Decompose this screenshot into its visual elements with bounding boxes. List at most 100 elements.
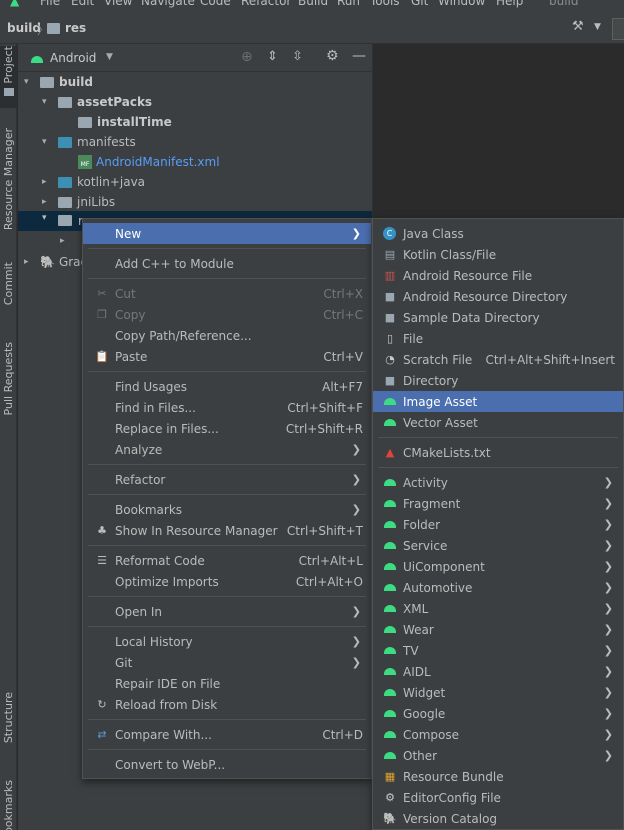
menu-item-reload-from-disk[interactable]: ↻ Reload from Disk (83, 694, 371, 715)
submenu-item-google[interactable]: Google ❯ (373, 703, 623, 724)
menu-item-replace-in-files[interactable]: Replace in Files... Ctrl+Shift+R (83, 418, 371, 439)
menu-window[interactable]: Window (438, 0, 485, 8)
submenu-item-scratch-file[interactable]: ◔ Scratch File Ctrl+Alt+Shift+Insert (373, 349, 623, 370)
tab-bookmarks[interactable]: Bookmarks (0, 780, 17, 830)
chevron-down-icon[interactable]: ▾ (24, 77, 34, 87)
submenu-item-activity[interactable]: Activity ❯ (373, 472, 623, 493)
tree-row[interactable]: ▸ kotlin+java (42, 172, 145, 192)
menu-build[interactable]: Build (298, 0, 328, 8)
tree-row[interactable]: ▸ 🐘 Grad (24, 252, 88, 272)
menu-item-label: Image Asset (403, 394, 478, 409)
locate-icon[interactable]: ⊕ (241, 49, 253, 65)
tab-commit[interactable]: Commit (0, 262, 17, 318)
chevron-down-icon[interactable]: ▾ (42, 97, 52, 107)
expand-all-icon[interactable]: ⇕ (267, 49, 278, 64)
menu-item-refactor[interactable]: Refactor ❯ (83, 469, 371, 490)
tree-row[interactable]: installTime (78, 112, 172, 132)
submenu-item-fragment[interactable]: Fragment ❯ (373, 493, 623, 514)
menu-item-repair-ide[interactable]: Repair IDE on File (83, 673, 371, 694)
chevron-right-icon[interactable]: ▸ (42, 197, 52, 207)
menu-item-git[interactable]: Git ❯ (83, 652, 371, 673)
menu-item-copy-path[interactable]: Copy Path/Reference... (83, 325, 371, 346)
menu-run[interactable]: Run (337, 0, 360, 8)
menu-edit[interactable]: Edit (71, 0, 94, 8)
menu-item-new[interactable]: New ❯ (83, 223, 371, 244)
collapse-all-icon[interactable]: ⇳ (292, 49, 303, 64)
chevron-down-icon[interactable]: ▼ (594, 22, 601, 32)
hammer-icon[interactable]: ⚒ (572, 19, 584, 34)
tree-row[interactable]: ▾ build (24, 72, 93, 92)
submenu-item-vector-asset[interactable]: Vector Asset (373, 412, 623, 433)
submenu-item-tv[interactable]: TV ❯ (373, 640, 623, 661)
android-icon (383, 602, 397, 615)
menu-item-analyze[interactable]: Analyze ❯ (83, 439, 371, 460)
tab-resource-manager[interactable]: Resource Manager (0, 128, 17, 238)
tree-row[interactable]: ▸ jniLibs (42, 192, 115, 212)
project-view-selector[interactable]: Android (50, 51, 96, 65)
breadcrumb-res[interactable]: res (65, 21, 86, 35)
submenu-item-service[interactable]: Service ❯ (373, 535, 623, 556)
menu-view[interactable]: View (104, 0, 132, 8)
submenu-item-widget[interactable]: Widget ❯ (373, 682, 623, 703)
menu-item-cut[interactable]: ✂ Cut Ctrl+X (83, 283, 371, 304)
menu-item-optimize-imports[interactable]: Optimize Imports Ctrl+Alt+O (83, 571, 371, 592)
menu-item-copy[interactable]: ❐ Copy Ctrl+C (83, 304, 371, 325)
submenu-item-other[interactable]: Other ❯ (373, 745, 623, 766)
submenu-item-sample-data-directory[interactable]: ■ Sample Data Directory (373, 307, 623, 328)
menu-item-reformat-code[interactable]: ☰ Reformat Code Ctrl+Alt+L (83, 550, 371, 571)
chevron-down-icon[interactable]: ▾ (42, 137, 52, 147)
submenu-item-automotive[interactable]: Automotive ❯ (373, 577, 623, 598)
menu-item-compare-with[interactable]: ⇄ Compare With... Ctrl+D (83, 724, 371, 745)
menu-item-add-cpp[interactable]: Add C++ to Module (83, 253, 371, 274)
tree-row[interactable]: ▸ (60, 231, 70, 251)
submenu-item-file[interactable]: ▯ File (373, 328, 623, 349)
submenu-item-compose[interactable]: Compose ❯ (373, 724, 623, 745)
submenu-item-xml[interactable]: XML ❯ (373, 598, 623, 619)
tree-row[interactable]: ▾ manifests (42, 132, 136, 152)
submenu-item-cmakelists[interactable]: ▲ CMakeLists.txt (373, 442, 623, 463)
menu-file[interactable]: File (40, 0, 60, 8)
chevron-right-icon[interactable]: ▸ (42, 177, 52, 187)
menu-refactor[interactable]: Refactor (241, 0, 291, 8)
chevron-right-icon[interactable]: ▸ (24, 257, 34, 267)
tab-structure[interactable]: Structure (0, 692, 17, 754)
submenu-item-resource-bundle[interactable]: ▦ Resource Bundle (373, 766, 623, 787)
menu-item-find-usages[interactable]: Find Usages Alt+F7 (83, 376, 371, 397)
menu-item-paste[interactable]: 📋 Paste Ctrl+V (83, 346, 371, 367)
breadcrumb-build[interactable]: build (7, 21, 41, 35)
submenu-item-android-resource-directory[interactable]: ■ Android Resource Directory (373, 286, 623, 307)
chevron-right-icon[interactable]: ▸ (60, 236, 70, 246)
submenu-item-uicomponent[interactable]: UiComponent ❯ (373, 556, 623, 577)
chevron-down-icon[interactable]: ▼ (106, 52, 113, 62)
run-config-selector[interactable] (612, 18, 624, 40)
submenu-item-wear[interactable]: Wear ❯ (373, 619, 623, 640)
tree-row[interactable]: ▾ assetPacks (42, 92, 152, 112)
tree-item-label: jniLibs (77, 195, 116, 209)
menu-item-open-in[interactable]: Open In ❯ (83, 601, 371, 622)
tab-project[interactable]: Project (0, 46, 17, 108)
menu-navigate[interactable]: Navigate (141, 0, 195, 8)
gear-icon[interactable]: ⚙ (326, 48, 339, 64)
menu-item-convert-to-webp[interactable]: Convert to WebP... (83, 754, 371, 775)
minimize-icon[interactable]: — (352, 48, 366, 64)
submenu-item-image-asset[interactable]: Image Asset (373, 391, 623, 412)
submenu-item-version-catalog[interactable]: 🐘 Version Catalog (373, 808, 623, 829)
submenu-item-kotlin-class[interactable]: ▤ Kotlin Class/File (373, 244, 623, 265)
menu-tools[interactable]: Tools (370, 0, 400, 8)
menu-item-bookmarks[interactable]: Bookmarks ❯ (83, 499, 371, 520)
menu-item-find-in-files[interactable]: Find in Files... Ctrl+Shift+F (83, 397, 371, 418)
submenu-item-aidl[interactable]: AIDL ❯ (373, 661, 623, 682)
submenu-item-editorconfig-file[interactable]: ⚙ EditorConfig File (373, 787, 623, 808)
submenu-item-android-resource-file[interactable]: ▥ Android Resource File (373, 265, 623, 286)
menu-item-local-history[interactable]: Local History ❯ (83, 631, 371, 652)
menu-help[interactable]: Help (496, 0, 523, 8)
submenu-item-directory[interactable]: ■ Directory (373, 370, 623, 391)
submenu-item-folder[interactable]: Folder ❯ (373, 514, 623, 535)
submenu-item-java-class[interactable]: C Java Class (373, 223, 623, 244)
tab-pull-requests[interactable]: Pull Requests (0, 342, 17, 428)
menu-git[interactable]: Git (411, 0, 428, 8)
menu-item-show-in-resource-manager[interactable]: ♣ Show In Resource Manager Ctrl+Shift+T (83, 520, 371, 541)
tree-row[interactable]: MF AndroidManifest.xml (78, 152, 220, 172)
chevron-down-icon[interactable]: ▾ (42, 213, 47, 223)
menu-code[interactable]: Code (200, 0, 231, 8)
